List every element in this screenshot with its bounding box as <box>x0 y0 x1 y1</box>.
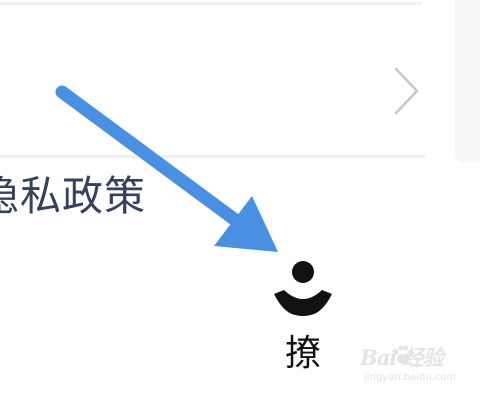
side-panel <box>455 0 480 162</box>
watermark: Bai 经验 jingyan.baidu.com <box>360 340 470 392</box>
chevron-right-icon <box>394 67 419 115</box>
nav-label-profile: 撩 <box>284 333 321 374</box>
settings-list-row[interactable] <box>0 6 425 158</box>
watermark-url: jingyan.baidu.com <box>364 372 457 383</box>
paw-icon <box>393 345 414 364</box>
profile-icon <box>274 261 332 316</box>
privacy-policy-link[interactable]: 隐私政策 <box>0 168 146 224</box>
top-divider <box>0 2 422 5</box>
bottom-nav-profile[interactable]: 撩 <box>262 252 344 382</box>
